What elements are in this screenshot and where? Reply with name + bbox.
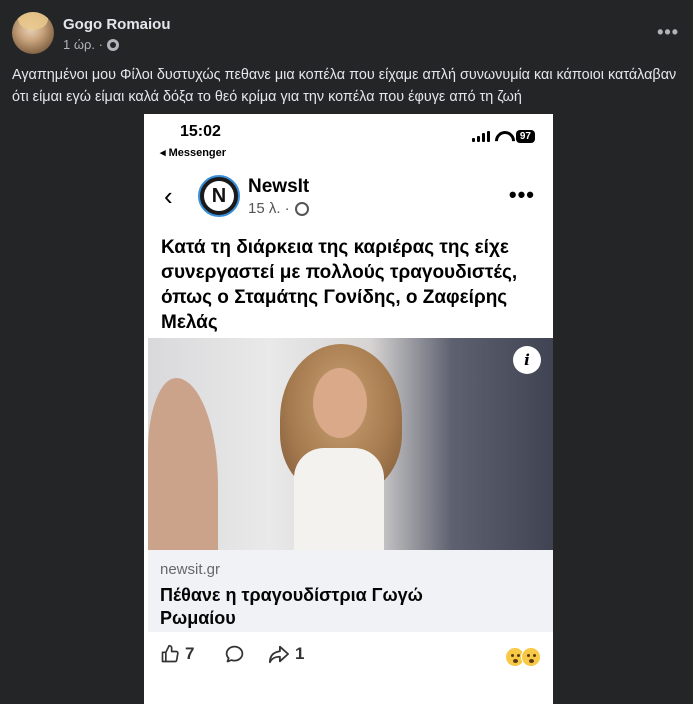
- battery-icon: 97: [515, 130, 535, 143]
- like-action: 7: [160, 644, 194, 664]
- page-name: NewsIt: [248, 176, 310, 197]
- post-meta: 1 ώρ. ·: [63, 37, 119, 52]
- signal-icon: [471, 131, 490, 142]
- article-photo: i: [148, 338, 553, 550]
- share-icon: [268, 645, 289, 664]
- wow-reaction-icon: [521, 647, 541, 667]
- status-icons: 97: [471, 130, 535, 143]
- like-count: 7: [185, 644, 195, 663]
- wifi-icon: [495, 131, 511, 143]
- globe-icon: [294, 201, 309, 216]
- page-meta: 15 λ. ·: [248, 200, 309, 217]
- article-headline: Κατά τη διάρκεια της καριέρας της είχε σ…: [161, 237, 518, 333]
- post-header: Gogo Romaiou 1 ώρ. · ••• Αγαπημένοι μου …: [0, 0, 693, 114]
- link-title: Πέθανε η τραγουδίστρια Γωγώ Ρωμαίου: [160, 585, 423, 628]
- post-more-icon[interactable]: •••: [657, 22, 679, 43]
- photo-arm: [148, 378, 218, 550]
- post-text: Αγαπημένοι μου Φίλοι δυστυχώς πεθανε μια…: [12, 67, 677, 105]
- like-icon: [161, 644, 179, 663]
- avatar[interactable]: [12, 12, 54, 54]
- action-bar: 7 1: [144, 644, 553, 672]
- shared-screenshot[interactable]: 15:02 ◂ Messenger 97 ‹ N NewsIt 15 λ. · …: [144, 114, 553, 704]
- link-preview: newsit.gr Πέθανε η τραγουδίστρια Γωγώ Ρω…: [148, 550, 553, 632]
- more-icon: •••: [508, 182, 535, 207]
- status-back-app: ◂ Messenger: [160, 147, 227, 159]
- status-time: 15:02: [180, 123, 221, 140]
- globe-icon: [106, 38, 119, 51]
- photo-face: [313, 368, 367, 438]
- chevron-left-icon: ‹: [164, 181, 173, 211]
- newsit-logo: N: [198, 175, 240, 217]
- share-action: 1: [268, 644, 304, 664]
- info-icon: i: [513, 346, 541, 374]
- newsit-logo-letter: N: [204, 181, 234, 211]
- link-domain: newsit.gr: [160, 561, 221, 578]
- comment-action: [224, 644, 245, 665]
- photo-body: [294, 448, 384, 550]
- post-author[interactable]: Gogo Romaiou: [63, 16, 171, 33]
- comment-icon: [225, 645, 244, 663]
- post-time[interactable]: 1 ώρ. ·: [63, 37, 103, 52]
- page-time: 15 λ. ·: [248, 200, 290, 217]
- reactions: [505, 647, 541, 667]
- share-count: 1: [295, 644, 305, 663]
